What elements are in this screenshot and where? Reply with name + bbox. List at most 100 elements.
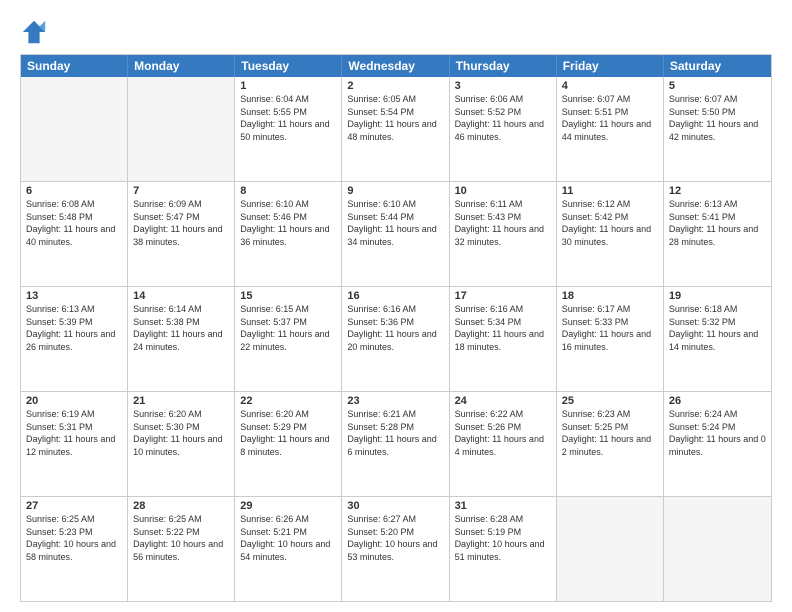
calendar-cell: 11Sunrise: 6:12 AM Sunset: 5:42 PM Dayli… <box>557 182 664 286</box>
calendar-header-cell: Friday <box>557 55 664 77</box>
calendar-cell: 21Sunrise: 6:20 AM Sunset: 5:30 PM Dayli… <box>128 392 235 496</box>
sun-info: Sunrise: 6:18 AM Sunset: 5:32 PM Dayligh… <box>669 303 766 353</box>
day-number: 6 <box>26 185 122 197</box>
day-number: 28 <box>133 500 229 512</box>
day-number: 3 <box>455 80 551 92</box>
calendar-cell: 31Sunrise: 6:28 AM Sunset: 5:19 PM Dayli… <box>450 497 557 601</box>
day-number: 17 <box>455 290 551 302</box>
calendar-cell: 8Sunrise: 6:10 AM Sunset: 5:46 PM Daylig… <box>235 182 342 286</box>
day-number: 9 <box>347 185 443 197</box>
calendar-cell <box>557 497 664 601</box>
sun-info: Sunrise: 6:07 AM Sunset: 5:51 PM Dayligh… <box>562 93 658 143</box>
day-number: 16 <box>347 290 443 302</box>
calendar-cell <box>664 497 771 601</box>
calendar: SundayMondayTuesdayWednesdayThursdayFrid… <box>20 54 772 602</box>
calendar-header-cell: Wednesday <box>342 55 449 77</box>
sun-info: Sunrise: 6:08 AM Sunset: 5:48 PM Dayligh… <box>26 198 122 248</box>
calendar-cell: 16Sunrise: 6:16 AM Sunset: 5:36 PM Dayli… <box>342 287 449 391</box>
sun-info: Sunrise: 6:19 AM Sunset: 5:31 PM Dayligh… <box>26 408 122 458</box>
logo-icon <box>20 18 48 46</box>
sun-info: Sunrise: 6:12 AM Sunset: 5:42 PM Dayligh… <box>562 198 658 248</box>
calendar-cell: 10Sunrise: 6:11 AM Sunset: 5:43 PM Dayli… <box>450 182 557 286</box>
header <box>20 18 772 46</box>
sun-info: Sunrise: 6:04 AM Sunset: 5:55 PM Dayligh… <box>240 93 336 143</box>
calendar-cell: 4Sunrise: 6:07 AM Sunset: 5:51 PM Daylig… <box>557 77 664 181</box>
sun-info: Sunrise: 6:20 AM Sunset: 5:29 PM Dayligh… <box>240 408 336 458</box>
calendar-cell <box>21 77 128 181</box>
calendar-header-cell: Sunday <box>21 55 128 77</box>
calendar-cell: 9Sunrise: 6:10 AM Sunset: 5:44 PM Daylig… <box>342 182 449 286</box>
calendar-cell: 22Sunrise: 6:20 AM Sunset: 5:29 PM Dayli… <box>235 392 342 496</box>
day-number: 27 <box>26 500 122 512</box>
calendar-row: 1Sunrise: 6:04 AM Sunset: 5:55 PM Daylig… <box>21 77 771 181</box>
calendar-row: 13Sunrise: 6:13 AM Sunset: 5:39 PM Dayli… <box>21 286 771 391</box>
sun-info: Sunrise: 6:24 AM Sunset: 5:24 PM Dayligh… <box>669 408 766 458</box>
calendar-cell: 17Sunrise: 6:16 AM Sunset: 5:34 PM Dayli… <box>450 287 557 391</box>
day-number: 2 <box>347 80 443 92</box>
day-number: 31 <box>455 500 551 512</box>
sun-info: Sunrise: 6:16 AM Sunset: 5:34 PM Dayligh… <box>455 303 551 353</box>
day-number: 23 <box>347 395 443 407</box>
calendar-cell: 24Sunrise: 6:22 AM Sunset: 5:26 PM Dayli… <box>450 392 557 496</box>
day-number: 11 <box>562 185 658 197</box>
sun-info: Sunrise: 6:10 AM Sunset: 5:44 PM Dayligh… <box>347 198 443 248</box>
sun-info: Sunrise: 6:25 AM Sunset: 5:23 PM Dayligh… <box>26 513 122 563</box>
calendar-cell: 20Sunrise: 6:19 AM Sunset: 5:31 PM Dayli… <box>21 392 128 496</box>
sun-info: Sunrise: 6:09 AM Sunset: 5:47 PM Dayligh… <box>133 198 229 248</box>
calendar-cell: 13Sunrise: 6:13 AM Sunset: 5:39 PM Dayli… <box>21 287 128 391</box>
sun-info: Sunrise: 6:10 AM Sunset: 5:46 PM Dayligh… <box>240 198 336 248</box>
sun-info: Sunrise: 6:22 AM Sunset: 5:26 PM Dayligh… <box>455 408 551 458</box>
calendar-cell: 15Sunrise: 6:15 AM Sunset: 5:37 PM Dayli… <box>235 287 342 391</box>
calendar-cell: 1Sunrise: 6:04 AM Sunset: 5:55 PM Daylig… <box>235 77 342 181</box>
day-number: 30 <box>347 500 443 512</box>
day-number: 5 <box>669 80 766 92</box>
sun-info: Sunrise: 6:13 AM Sunset: 5:39 PM Dayligh… <box>26 303 122 353</box>
sun-info: Sunrise: 6:26 AM Sunset: 5:21 PM Dayligh… <box>240 513 336 563</box>
calendar-cell: 3Sunrise: 6:06 AM Sunset: 5:52 PM Daylig… <box>450 77 557 181</box>
calendar-row: 20Sunrise: 6:19 AM Sunset: 5:31 PM Dayli… <box>21 391 771 496</box>
sun-info: Sunrise: 6:07 AM Sunset: 5:50 PM Dayligh… <box>669 93 766 143</box>
calendar-cell: 23Sunrise: 6:21 AM Sunset: 5:28 PM Dayli… <box>342 392 449 496</box>
calendar-cell: 14Sunrise: 6:14 AM Sunset: 5:38 PM Dayli… <box>128 287 235 391</box>
day-number: 29 <box>240 500 336 512</box>
sun-info: Sunrise: 6:11 AM Sunset: 5:43 PM Dayligh… <box>455 198 551 248</box>
calendar-cell: 25Sunrise: 6:23 AM Sunset: 5:25 PM Dayli… <box>557 392 664 496</box>
sun-info: Sunrise: 6:06 AM Sunset: 5:52 PM Dayligh… <box>455 93 551 143</box>
calendar-header: SundayMondayTuesdayWednesdayThursdayFrid… <box>21 55 771 77</box>
day-number: 26 <box>669 395 766 407</box>
calendar-cell: 26Sunrise: 6:24 AM Sunset: 5:24 PM Dayli… <box>664 392 771 496</box>
calendar-header-cell: Thursday <box>450 55 557 77</box>
day-number: 14 <box>133 290 229 302</box>
day-number: 25 <box>562 395 658 407</box>
logo <box>20 18 52 46</box>
day-number: 10 <box>455 185 551 197</box>
day-number: 8 <box>240 185 336 197</box>
day-number: 13 <box>26 290 122 302</box>
sun-info: Sunrise: 6:25 AM Sunset: 5:22 PM Dayligh… <box>133 513 229 563</box>
calendar-header-cell: Monday <box>128 55 235 77</box>
sun-info: Sunrise: 6:16 AM Sunset: 5:36 PM Dayligh… <box>347 303 443 353</box>
day-number: 19 <box>669 290 766 302</box>
calendar-cell: 19Sunrise: 6:18 AM Sunset: 5:32 PM Dayli… <box>664 287 771 391</box>
sun-info: Sunrise: 6:27 AM Sunset: 5:20 PM Dayligh… <box>347 513 443 563</box>
sun-info: Sunrise: 6:05 AM Sunset: 5:54 PM Dayligh… <box>347 93 443 143</box>
sun-info: Sunrise: 6:17 AM Sunset: 5:33 PM Dayligh… <box>562 303 658 353</box>
calendar-cell: 30Sunrise: 6:27 AM Sunset: 5:20 PM Dayli… <box>342 497 449 601</box>
day-number: 1 <box>240 80 336 92</box>
calendar-cell: 29Sunrise: 6:26 AM Sunset: 5:21 PM Dayli… <box>235 497 342 601</box>
sun-info: Sunrise: 6:23 AM Sunset: 5:25 PM Dayligh… <box>562 408 658 458</box>
calendar-cell: 5Sunrise: 6:07 AM Sunset: 5:50 PM Daylig… <box>664 77 771 181</box>
calendar-cell: 18Sunrise: 6:17 AM Sunset: 5:33 PM Dayli… <box>557 287 664 391</box>
sun-info: Sunrise: 6:28 AM Sunset: 5:19 PM Dayligh… <box>455 513 551 563</box>
page: SundayMondayTuesdayWednesdayThursdayFrid… <box>0 0 792 612</box>
calendar-cell: 2Sunrise: 6:05 AM Sunset: 5:54 PM Daylig… <box>342 77 449 181</box>
calendar-row: 6Sunrise: 6:08 AM Sunset: 5:48 PM Daylig… <box>21 181 771 286</box>
calendar-cell: 12Sunrise: 6:13 AM Sunset: 5:41 PM Dayli… <box>664 182 771 286</box>
day-number: 4 <box>562 80 658 92</box>
sun-info: Sunrise: 6:14 AM Sunset: 5:38 PM Dayligh… <box>133 303 229 353</box>
sun-info: Sunrise: 6:20 AM Sunset: 5:30 PM Dayligh… <box>133 408 229 458</box>
day-number: 21 <box>133 395 229 407</box>
day-number: 22 <box>240 395 336 407</box>
day-number: 12 <box>669 185 766 197</box>
calendar-cell <box>128 77 235 181</box>
